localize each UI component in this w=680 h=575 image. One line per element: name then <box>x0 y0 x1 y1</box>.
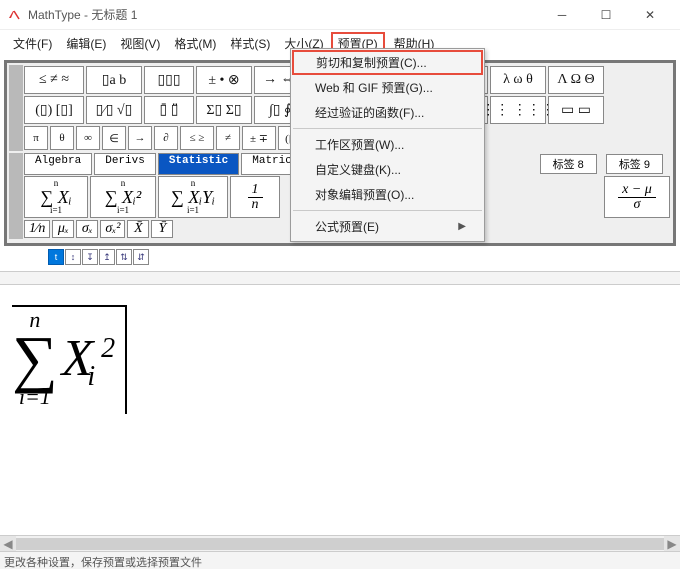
qsym-pi[interactable]: π <box>24 126 48 150</box>
dropdown-workspace[interactable]: 工作区预置(W)... <box>291 132 484 157</box>
scroll-right-icon[interactable]: ▶ <box>664 536 680 551</box>
dropdown-separator <box>293 210 482 211</box>
align-icon-4[interactable]: ↥ <box>99 249 115 265</box>
tpl-matrix[interactable]: ⋮⋮ ⋮⋮⋮ <box>490 96 546 124</box>
qsym-lege[interactable]: ≤ ≥ <box>180 126 214 150</box>
palette-frac-1n[interactable]: 1n <box>230 176 280 218</box>
toolbar-grip[interactable] <box>9 153 23 175</box>
menu-file[interactable]: 文件(F) <box>6 32 59 55</box>
scroll-left-icon[interactable]: ◀ <box>0 536 16 551</box>
palette-sigmax2[interactable]: σₓ² <box>100 220 125 238</box>
tpl-sum[interactable]: Σ▯ Σ▯ <box>196 96 252 124</box>
palette-sum-xy[interactable]: n ∑ XᵢYᵢ i=1 <box>158 176 228 218</box>
align-icon-6[interactable]: ⇵ <box>133 249 149 265</box>
sum-lower-bound: i=1 <box>19 384 51 410</box>
qsym-theta[interactable]: θ <box>50 126 74 150</box>
align-icon-5[interactable]: ⇅ <box>116 249 132 265</box>
alignment-icon-row: t ↕ ↧ ↥ ⇅ ⇵ <box>0 246 680 268</box>
dropdown-obj-edit[interactable]: 对象编辑预置(O)... <box>291 182 484 207</box>
dropdown-formula-prefs-label: 公式预置(E) <box>315 218 379 235</box>
document-area[interactable]: n ∑ i=1 X i 2 <box>0 285 680 575</box>
submenu-arrow-icon: ▶ <box>458 221 466 232</box>
ruler[interactable] <box>0 271 680 285</box>
dropdown-separator <box>293 128 482 129</box>
sum-lower: i=1 <box>50 206 62 215</box>
qsym-partial[interactable]: ∂ <box>154 126 178 150</box>
toolbar-grip[interactable] <box>9 95 23 125</box>
horizontal-scrollbar[interactable]: ◀ ▶ <box>0 535 680 551</box>
tab-label-8[interactable]: 标签 8 <box>540 154 597 174</box>
toolbar-grip[interactable] <box>9 65 23 95</box>
status-bar: 更改各种设置，保存预置或选择预置文件 <box>0 551 680 569</box>
window-title: MathType - 无标题 1 <box>28 6 137 23</box>
menu-style[interactable]: 样式(S) <box>223 32 277 55</box>
maximize-button[interactable]: ☐ <box>584 1 628 29</box>
qsym-neq[interactable]: ≠ <box>216 126 240 150</box>
formula-subscript: i <box>87 361 95 393</box>
align-icon-3[interactable]: ↧ <box>82 249 98 265</box>
scrollbar-thumb[interactable] <box>16 538 664 550</box>
formula-superscript: 2 <box>101 333 115 365</box>
menu-format[interactable]: 格式(M) <box>167 32 223 55</box>
minimize-button[interactable]: ─ <box>540 1 584 29</box>
menu-edit[interactable]: 编辑(E) <box>59 32 113 55</box>
dropdown-verified-fn[interactable]: 经过验证的函数(F)... <box>291 100 484 125</box>
toolbar-grip[interactable] <box>9 125 23 151</box>
tab-statistics[interactable]: Statistic <box>158 153 239 175</box>
tpl-overbar[interactable]: ▯̄ ▯̈ <box>144 96 194 124</box>
dropdown-web-gif[interactable]: Web 和 GIF 预置(G)... <box>291 75 484 100</box>
qsym-arrow[interactable]: → <box>128 126 152 150</box>
dropdown-cut-copy[interactable]: 剪切和复制预置(C)... <box>292 50 483 75</box>
palette-xbar[interactable]: X̄ <box>127 220 149 238</box>
formula: n ∑ i=1 X i 2 <box>12 307 115 410</box>
palette-1n[interactable]: 1⁄n <box>24 220 50 238</box>
toolbar-grip[interactable] <box>9 175 23 219</box>
align-icon-2[interactable]: ↕ <box>65 249 81 265</box>
menu-view[interactable]: 视图(V) <box>113 32 167 55</box>
palette-ybar[interactable]: Ȳ <box>151 220 173 238</box>
tab-derivs[interactable]: Derivs <box>94 153 156 175</box>
sigma-icon: ∑ <box>12 333 58 384</box>
sym-relations[interactable]: ≤ ≠ ≈ <box>24 66 84 94</box>
sym-operators[interactable]: ± • ⊗ <box>196 66 252 94</box>
qsym-pm[interactable]: ± ∓ <box>242 126 276 150</box>
formula-selection[interactable]: n ∑ i=1 X i 2 <box>12 305 127 414</box>
dropdown-formula-prefs[interactable]: 公式预置(E) ▶ <box>291 214 484 239</box>
prefs-dropdown: 剪切和复制预置(C)... Web 和 GIF 预置(G)... 经过验证的函数… <box>290 48 485 242</box>
palette-mux[interactable]: μₓ <box>52 220 74 238</box>
qsym-element[interactable]: ∈ <box>102 126 126 150</box>
palette-sum-x2[interactable]: n ∑ Xᵢ² i=1 <box>90 176 156 218</box>
tab-algebra[interactable]: Algebra <box>24 153 92 175</box>
toolbar-grip[interactable] <box>9 219 23 239</box>
status-text: 更改各种设置，保存预置或选择预置文件 <box>4 557 202 569</box>
sym-greek-lower[interactable]: λ ω θ <box>490 66 546 94</box>
dropdown-custom-kb[interactable]: 自定义键盘(K)... <box>291 157 484 182</box>
tpl-fraction[interactable]: ▯⁄▯ √▯ <box>86 96 142 124</box>
app-logo-icon <box>8 8 22 22</box>
qsym-infinity[interactable]: ∞ <box>76 126 100 150</box>
close-button[interactable]: ✕ <box>628 1 672 29</box>
sym-spacing[interactable]: ▯a b <box>86 66 142 94</box>
tab-label-9[interactable]: 标签 9 <box>606 154 663 174</box>
align-icon-1[interactable]: t <box>48 249 64 265</box>
palette-sigmax[interactable]: σₓ <box>76 220 98 238</box>
sym-greek-upper[interactable]: Λ Ω Θ <box>548 66 604 94</box>
palette-frac-xmu[interactable]: x − μσ <box>604 176 670 218</box>
sym-embellish[interactable]: ▯▯▯ <box>144 66 194 94</box>
tpl-box[interactable]: ▭ ▭ <box>548 96 604 124</box>
palette-sum-x[interactable]: n ∑ Xᵢ i=1 <box>24 176 88 218</box>
titlebar: MathType - 无标题 1 ─ ☐ ✕ <box>0 0 680 30</box>
tpl-fences[interactable]: (▯) [▯] <box>24 96 84 124</box>
